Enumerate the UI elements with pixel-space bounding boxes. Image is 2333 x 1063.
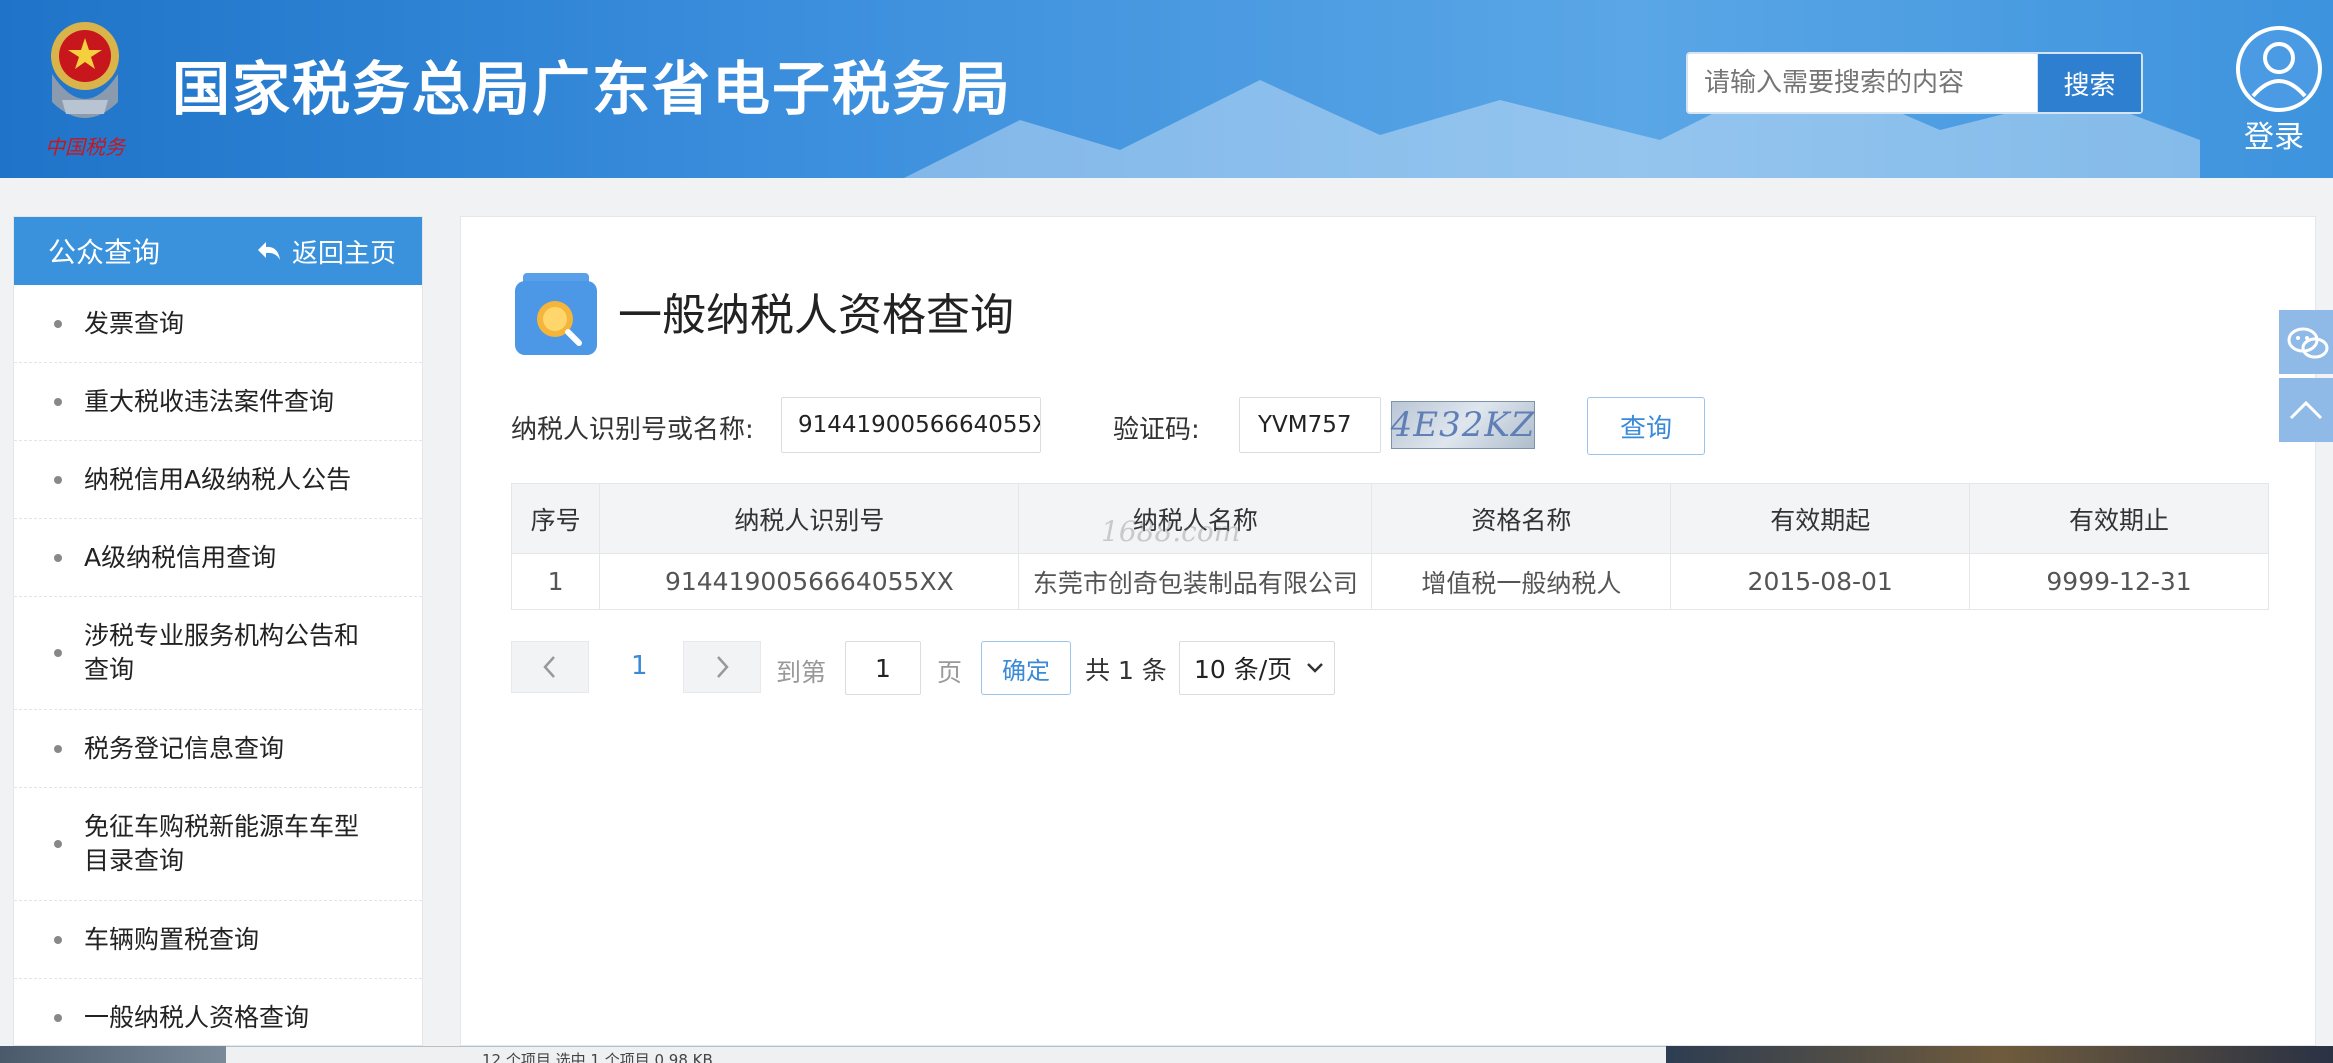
chevron-up-icon xyxy=(2289,400,2323,420)
wechat-icon xyxy=(2287,327,2329,359)
captcha-image[interactable]: 4E32KZ xyxy=(1391,401,1535,449)
next-page-button[interactable] xyxy=(683,641,761,693)
search-document-icon xyxy=(515,273,597,355)
taskbar-left xyxy=(0,1046,226,1063)
watermark: 1688.com xyxy=(1101,515,1241,548)
total-count: 共 1 条 xyxy=(1085,656,1167,685)
goto-label: 到第 xyxy=(776,658,827,687)
col-header-valid-to: 有效期止 xyxy=(1969,483,2269,554)
sidebar-item-tax-registration-query[interactable]: 税务登记信息查询 xyxy=(14,710,422,788)
table-header-row: 序号 纳税人识别号 纳税人名称 资格名称 有效期起 有效期止 xyxy=(511,483,2269,554)
taxpayer-id-input[interactable] xyxy=(781,397,1041,453)
os-taskbar: 12 个项目 选中 1 个项目 0.98 KB xyxy=(0,1046,2333,1063)
sidebar-header: 公众查询 返回主页 xyxy=(14,217,422,285)
sidebar-item-general-taxpayer-query[interactable]: 一般纳税人资格查询 xyxy=(14,979,422,1045)
captcha-label: 验证码: xyxy=(1113,415,1200,445)
sidebar-item-tax-agency-query[interactable]: 涉税专业服务机构公告和查询 xyxy=(14,597,422,710)
goto-page-input[interactable] xyxy=(845,641,921,695)
col-header-qualification: 资格名称 xyxy=(1371,483,1672,554)
captcha-text: 4E32KZ xyxy=(1390,405,1536,445)
login-link[interactable]: 登录 xyxy=(2244,112,2304,156)
col-header-index: 序号 xyxy=(511,483,601,554)
pagination: 1 到第 页 确定 共 1 条 10 条/页 xyxy=(511,641,1411,697)
login-avatar-icon[interactable] xyxy=(2236,26,2322,112)
explorer-status-bar: 12 个项目 选中 1 个项目 0.98 KB xyxy=(226,1046,1666,1063)
explorer-status-text: 12 个项目 选中 1 个项目 0.98 KB xyxy=(482,1051,713,1063)
site-title: 国家税务总局广东省电子税务局 xyxy=(172,55,1013,123)
sidebar-item-tax-violation-query[interactable]: 重大税收违法案件查询 xyxy=(14,363,422,441)
page-unit-label: 页 xyxy=(937,658,963,687)
site-header: 中国税务 国家税务总局广东省电子税务局 搜索 登录 xyxy=(0,0,2333,178)
captcha-input[interactable] xyxy=(1239,397,1381,453)
goto-confirm-button[interactable]: 确定 xyxy=(981,641,1071,695)
cell-qualification: 增值税一般纳税人 xyxy=(1371,553,1672,610)
page-number-current[interactable]: 1 xyxy=(631,651,648,681)
back-home-link[interactable]: 返回主页 xyxy=(256,217,396,285)
sidebar-item-a-grade-credit-query[interactable]: A级纳税信用查询 xyxy=(14,519,422,597)
search-input[interactable] xyxy=(1688,54,2037,112)
sidebar-item-a-grade-announcement[interactable]: 纳税信用A级纳税人公告 xyxy=(14,441,422,519)
reply-arrow-icon xyxy=(257,242,280,260)
page-title: 一般纳税人资格查询 xyxy=(618,290,1014,341)
taxpayer-id-label: 纳税人识别号或名称: xyxy=(511,415,754,445)
cell-index: 1 xyxy=(511,553,601,610)
sidebar-item-invoice-query[interactable]: 发票查询 xyxy=(14,285,422,363)
result-table: 序号 纳税人识别号 纳税人名称 资格名称 有效期起 有效期止 1 9144190… xyxy=(511,483,2269,610)
table-row: 1 9144190056664055XX 东莞市创奇包装制品有限公司 增值税一般… xyxy=(511,553,2269,610)
col-header-taxpayer-id: 纳税人识别号 xyxy=(599,483,1020,554)
search-box: 搜索 xyxy=(1686,52,2143,114)
chevron-left-icon xyxy=(543,656,555,678)
user-icon xyxy=(2251,42,2307,98)
back-to-top-button[interactable] xyxy=(2279,378,2333,442)
chevron-right-icon xyxy=(717,656,729,678)
query-button[interactable]: 查询 xyxy=(1587,397,1705,455)
tax-emblem-logo[interactable]: 中国税务 xyxy=(22,14,148,164)
taskbar-right xyxy=(1666,1046,2333,1063)
sidebar: 公众查询 返回主页 发票查询 重大税收违法案件查询 纳税信用A级纳税人公告 A级… xyxy=(13,216,423,1046)
cell-taxpayer-name: 东莞市创奇包装制品有限公司 xyxy=(1018,553,1373,610)
sidebar-title: 公众查询 xyxy=(48,236,161,269)
back-home-label: 返回主页 xyxy=(291,238,396,269)
sidebar-item-new-energy-vehicle-query[interactable]: 免征车购税新能源车车型目录查询 xyxy=(14,788,422,901)
cell-valid-from: 2015-08-01 xyxy=(1670,553,1971,610)
main-panel: 一般纳税人资格查询 纳税人识别号或名称: 验证码: 4E32KZ 查询 序号 纳… xyxy=(460,216,2316,1046)
sidebar-item-vehicle-purchase-tax-query[interactable]: 车辆购置税查询 xyxy=(14,901,422,979)
wechat-float-button[interactable] xyxy=(2279,310,2333,374)
col-header-valid-from: 有效期起 xyxy=(1670,483,1971,554)
chevron-down-icon xyxy=(1307,663,1324,673)
cell-valid-to: 9999-12-31 xyxy=(1969,553,2269,610)
prev-page-button[interactable] xyxy=(511,641,589,693)
search-button[interactable]: 搜索 xyxy=(2037,54,2141,112)
page-size-value: 10 条/页 xyxy=(1194,655,1293,684)
page-size-select[interactable]: 10 条/页 xyxy=(1179,641,1335,695)
cell-taxpayer-id: 9144190056664055XX xyxy=(599,553,1020,610)
logo-caption: 中国税务 xyxy=(45,135,127,159)
